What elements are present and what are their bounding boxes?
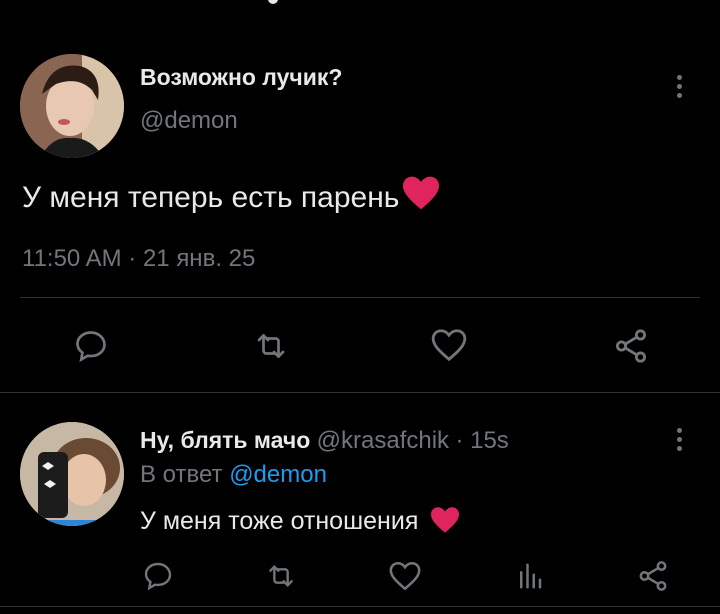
retweet-icon[interactable] (252, 328, 290, 364)
divider (0, 392, 720, 393)
reply-like-icon[interactable] (388, 560, 422, 592)
reply-avatar[interactable] (20, 422, 124, 526)
share-icon[interactable] (612, 327, 650, 365)
reply-share-icon[interactable] (636, 559, 670, 593)
more-options-icon[interactable] (676, 428, 682, 451)
reply-time[interactable]: · 15s (455, 427, 508, 454)
replying-to-label: В ответ (140, 461, 223, 488)
display-name[interactable]: Возможно лучик? (140, 64, 342, 91)
divider (0, 606, 720, 607)
heart-emoji (401, 175, 441, 211)
replying-to-link[interactable]: @demon (229, 461, 327, 488)
top-fragment (268, 0, 278, 4)
tweet-text-body: У меня теперь есть парень (22, 181, 400, 214)
reply-display-name[interactable]: Ну, блять мачо (140, 427, 310, 453)
tweet-text: У меня теперь есть парень (22, 175, 441, 215)
reply-handle[interactable]: @krasafchik (317, 427, 449, 454)
replying-to: В ответ @demon (140, 461, 327, 489)
avatar[interactable] (20, 54, 124, 158)
heart-emoji (429, 506, 461, 534)
reply-retweet-icon[interactable] (264, 560, 298, 592)
reply-header: Ну, блять мачо @krasafchik · 15s (140, 427, 509, 455)
divider (20, 297, 700, 298)
more-options-icon[interactable] (676, 75, 682, 98)
timestamp[interactable]: 11:50 AM · 21 янв. 25 (22, 245, 255, 273)
reply-reply-icon[interactable] (142, 560, 174, 592)
like-icon[interactable] (430, 327, 468, 363)
views-icon[interactable] (515, 560, 545, 592)
reply-text-body: У меня тоже отношения (140, 507, 419, 535)
handle[interactable]: @demon (140, 107, 238, 135)
reply-text: У меня тоже отношения (140, 506, 461, 536)
reply-icon[interactable] (73, 328, 109, 364)
